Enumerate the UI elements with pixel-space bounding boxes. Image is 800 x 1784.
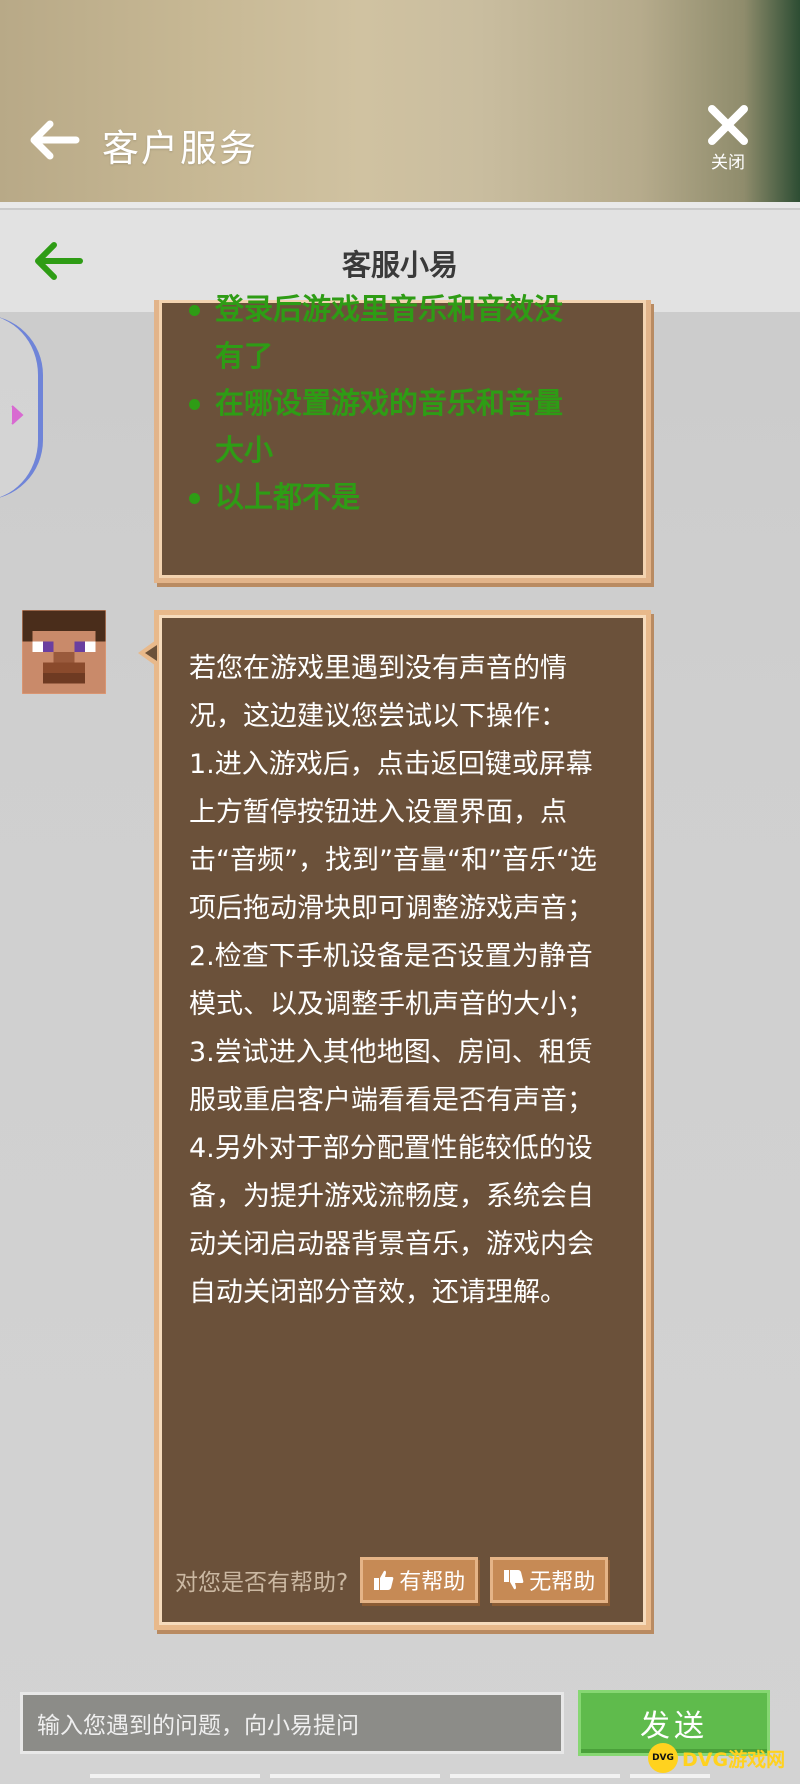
- suggestion-item[interactable]: 以上都不是: [189, 474, 585, 521]
- suggestion-item[interactable]: 在哪设置游戏的音乐和音量大小: [189, 380, 585, 474]
- helpful-button[interactable]: 有帮助: [360, 1557, 479, 1603]
- chevron-right-icon: [11, 405, 24, 425]
- watermark-text: DVG游戏网: [682, 1748, 786, 1771]
- reply-text: 若您在游戏里遇到没有声音的情况，这边建议您尝试以下操作： 1.进入游戏后，点击返…: [189, 653, 597, 1308]
- bubble-tail-inner: [145, 645, 157, 661]
- not-helpful-label: 无帮助: [529, 1570, 596, 1595]
- chat-title: 客服小易: [341, 248, 458, 282]
- pixel-steve-avatar-icon: [22, 610, 106, 694]
- suggestion-bubble: 登录后游戏里音乐和音效没有了 在哪设置游戏的音乐和音量大小 以上都不是: [154, 292, 651, 583]
- not-helpful-button[interactable]: 无帮助: [490, 1557, 609, 1603]
- close-icon: [708, 105, 748, 145]
- watermark: DVG DVG游戏网: [648, 1740, 785, 1776]
- close-button[interactable]: 关闭: [700, 104, 756, 184]
- thumbs-down-icon: [504, 1570, 524, 1590]
- close-label: 关闭: [711, 153, 745, 173]
- suggestion-list: 登录后游戏里音乐和音效没有了 在哪设置游戏的音乐和音量大小 以上都不是: [159, 292, 646, 521]
- watermark-badge: DVG: [648, 1743, 678, 1773]
- feedback-question: 对您是否有帮助?: [175, 1570, 349, 1596]
- feedback-row: 对您是否有帮助? 有帮助 无帮助: [175, 1555, 645, 1605]
- thumbs-up-icon: [374, 1570, 394, 1590]
- suggestion-item[interactable]: 登录后游戏里音乐和音效没有了: [189, 286, 585, 380]
- outer-title: 客户服务: [102, 127, 258, 170]
- outer-header: 客户服务 关闭: [0, 0, 800, 208]
- helpful-label: 有帮助: [399, 1570, 466, 1595]
- bottom-divider: [90, 1774, 710, 1778]
- outer-back-button[interactable]: [26, 112, 82, 168]
- reply-bubble: 若您在游戏里遇到没有声音的情况，这边建议您尝试以下操作： 1.进入游戏后，点击返…: [154, 610, 651, 1630]
- question-input[interactable]: 输入您遇到的问题，向小易提问: [20, 1692, 564, 1754]
- arrow-left-icon: [30, 120, 80, 160]
